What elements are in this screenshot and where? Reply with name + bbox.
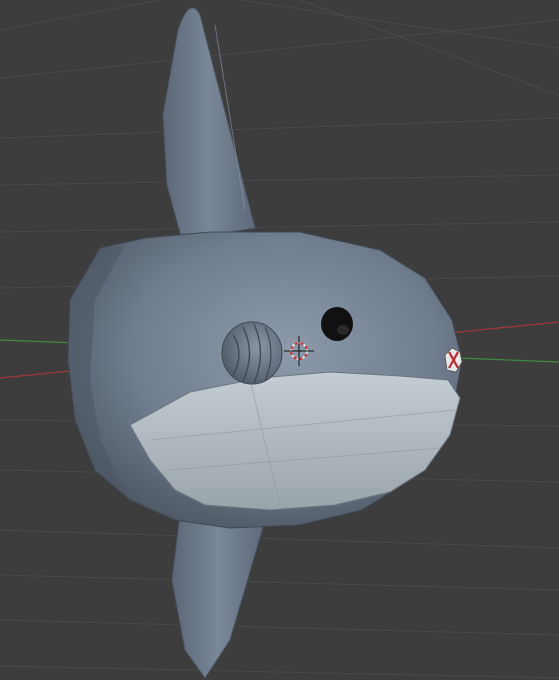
pectoral-gill[interactable] bbox=[221, 321, 283, 385]
3d-viewport[interactable] bbox=[0, 0, 559, 680]
fish-eye[interactable] bbox=[321, 307, 353, 341]
anal-fin[interactable] bbox=[171, 514, 266, 679]
dorsal-fin[interactable] bbox=[162, 7, 256, 241]
viewport-canvas[interactable] bbox=[0, 0, 559, 680]
eye-highlight bbox=[337, 325, 349, 335]
